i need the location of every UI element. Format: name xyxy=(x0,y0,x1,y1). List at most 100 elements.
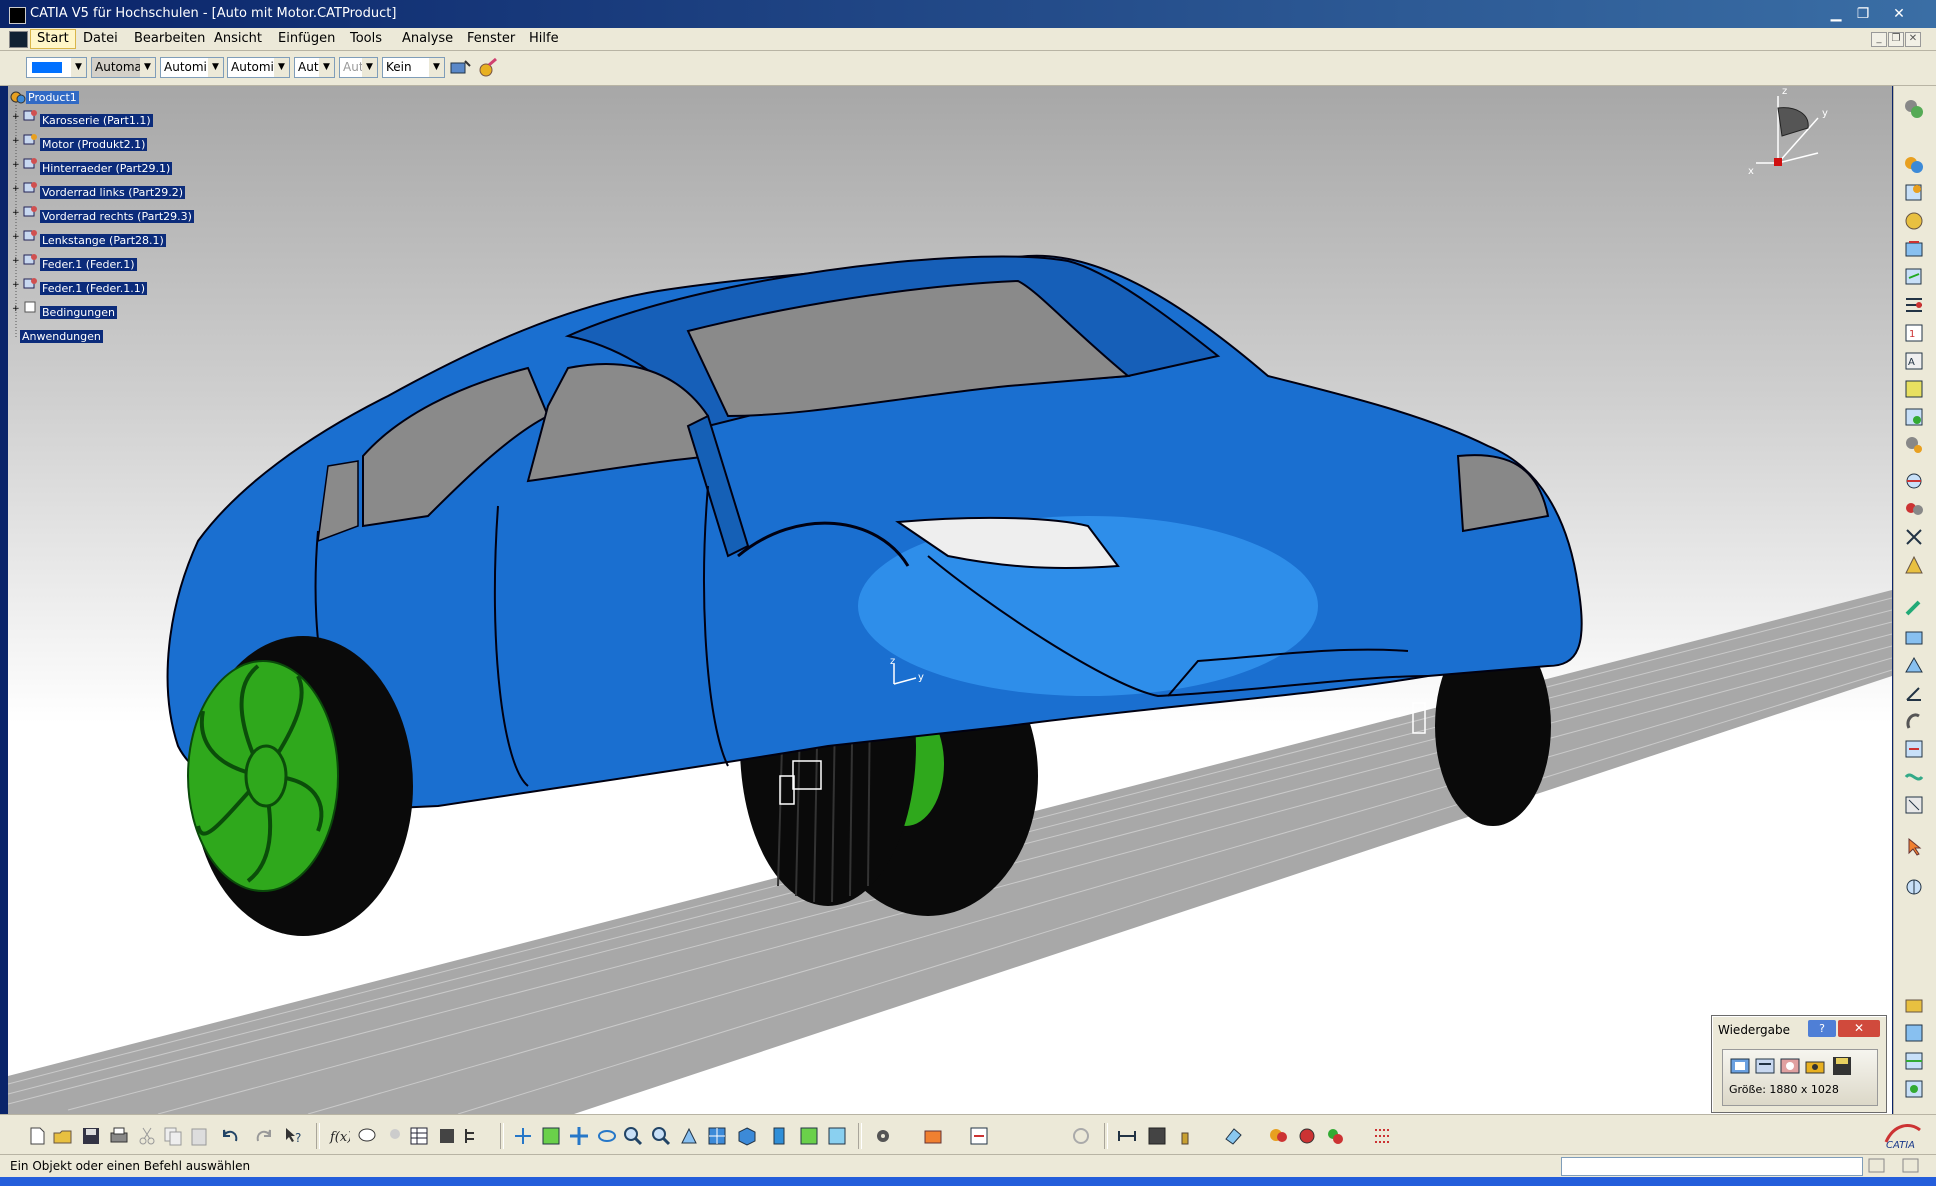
menu-analyse[interactable]: Analyse xyxy=(402,31,453,46)
explode-icon[interactable] xyxy=(1903,526,1925,548)
expand-icon[interactable]: + xyxy=(12,161,20,170)
options-icon[interactable] xyxy=(1754,1055,1776,1077)
manage-representations-icon[interactable] xyxy=(1903,378,1925,400)
manipulation-icon[interactable] xyxy=(1903,470,1925,492)
tree-root-product1[interactable]: Product1 xyxy=(26,91,79,104)
shooting-icon[interactable] xyxy=(1296,1125,1318,1147)
new-file-icon[interactable] xyxy=(26,1125,48,1147)
part-icon[interactable] xyxy=(22,252,38,266)
part-icon[interactable] xyxy=(22,108,38,122)
existing-component-icon[interactable] xyxy=(1903,238,1925,260)
format-painter-icon[interactable] xyxy=(449,57,471,79)
new-product-icon[interactable] xyxy=(1903,182,1925,204)
part-icon[interactable] xyxy=(22,276,38,290)
flexible-rigid-icon[interactable] xyxy=(1903,794,1925,816)
product-icon[interactable] xyxy=(22,132,38,146)
tree-item-feder-1[interactable]: Feder.1 (Feder.1) xyxy=(40,258,137,271)
stop-manipulate-on-clash-icon[interactable] xyxy=(1903,554,1925,576)
command-input[interactable] xyxy=(1561,1157,1863,1176)
expand-icon[interactable]: + xyxy=(12,209,20,218)
mdi-close-icon[interactable]: ✕ xyxy=(1905,32,1921,47)
cut-icon[interactable] xyxy=(136,1125,158,1147)
generate-numbering-icon[interactable]: 1 xyxy=(1903,322,1925,344)
hide-show-icon[interactable] xyxy=(798,1125,820,1147)
measure-item-icon[interactable] xyxy=(1146,1125,1168,1147)
knowledge-advisor-icon[interactable] xyxy=(356,1125,378,1147)
tree-item-anwendungen[interactable]: Anwendungen xyxy=(20,330,103,343)
table-icon[interactable] xyxy=(408,1125,430,1147)
tree-item-feder-1-1[interactable]: Feder.1 (Feder.1.1) xyxy=(40,282,148,295)
menu-datei[interactable]: Datei xyxy=(83,31,118,46)
tree-item-karosserie[interactable]: Karosserie (Part1.1) xyxy=(40,114,153,127)
expand-icon[interactable]: + xyxy=(12,185,20,194)
open-file-icon[interactable] xyxy=(52,1125,74,1147)
part-icon[interactable] xyxy=(22,228,38,242)
pan-icon[interactable] xyxy=(568,1125,590,1147)
refresh-icon[interactable] xyxy=(1070,1125,1092,1147)
snap-icon[interactable] xyxy=(1903,498,1925,520)
tree-item-hinterraeder[interactable]: Hinterraeder (Part29.1) xyxy=(40,162,173,175)
menu-fenster[interactable]: Fenster xyxy=(467,31,515,46)
measure-icon[interactable] xyxy=(1903,876,1925,898)
update-icon[interactable] xyxy=(968,1125,990,1147)
document-icon[interactable] xyxy=(9,31,28,48)
capture-icon[interactable] xyxy=(1729,1055,1751,1077)
space-analysis-icon[interactable] xyxy=(1903,994,1925,1016)
product-icon[interactable] xyxy=(10,90,26,104)
new-part-icon[interactable] xyxy=(1903,210,1925,232)
fix-together-icon[interactable] xyxy=(1903,738,1925,760)
rendering-style-dropdown[interactable]: Aut ▼ xyxy=(339,57,378,78)
mdi-restore-icon[interactable]: ❐ xyxy=(1888,32,1904,47)
fly-mode-icon[interactable] xyxy=(512,1125,534,1147)
constraints-icon[interactable] xyxy=(22,300,38,314)
formula-icon[interactable]: f(x) xyxy=(328,1125,350,1147)
layer-dropdown[interactable]: Kein ▼ xyxy=(382,57,445,78)
expand-icon[interactable]: + xyxy=(12,305,20,314)
fast-multi-instantiation-icon[interactable] xyxy=(1903,434,1925,456)
print-icon[interactable] xyxy=(108,1125,130,1147)
compass-icon[interactable]: z y x xyxy=(1748,88,1848,178)
expand-icon[interactable]: + xyxy=(12,137,20,146)
whats-this-help-icon[interactable]: ? xyxy=(282,1125,304,1147)
color-dropdown[interactable]: ▼ xyxy=(26,57,87,78)
scene-icon[interactable] xyxy=(1324,1125,1346,1147)
copy-icon[interactable] xyxy=(162,1125,184,1147)
save-icon[interactable] xyxy=(1831,1055,1853,1077)
save-icon[interactable] xyxy=(80,1125,102,1147)
expand-icon[interactable]: + xyxy=(12,281,20,290)
part-icon[interactable] xyxy=(22,204,38,218)
menu-einfuegen[interactable]: Einfügen xyxy=(278,31,335,46)
minimize-icon[interactable]: ▁ xyxy=(1825,5,1847,23)
menu-start[interactable]: Start xyxy=(30,29,76,49)
undo-icon[interactable] xyxy=(220,1125,242,1147)
close-button[interactable]: ✕ xyxy=(1838,1020,1880,1037)
fix-component-icon[interactable] xyxy=(1903,710,1925,732)
paste-icon[interactable] xyxy=(188,1125,210,1147)
quick-constraint-icon[interactable] xyxy=(1903,766,1925,788)
zoom-in-icon[interactable] xyxy=(622,1125,644,1147)
transparency-dropdown[interactable]: Automa ▼ xyxy=(91,57,156,78)
assembly-icon[interactable] xyxy=(1903,98,1925,120)
light-icon[interactable] xyxy=(384,1125,406,1147)
command-history-icon[interactable] xyxy=(1868,1158,1886,1174)
tree-item-vorderrad-rechts[interactable]: Vorderrad rechts (Part29.3) xyxy=(40,210,194,223)
line-type-dropdown[interactable]: Automi ▼ xyxy=(227,57,290,78)
coincidence-constraint-icon[interactable] xyxy=(1903,598,1925,620)
expand-icon[interactable]: + xyxy=(12,113,20,122)
measure-between-icon[interactable] xyxy=(1116,1125,1138,1147)
catalog-icon[interactable] xyxy=(436,1125,458,1147)
replace-component-icon[interactable] xyxy=(1903,266,1925,288)
swap-visible-space-icon[interactable] xyxy=(826,1125,848,1147)
fit-all-in-icon[interactable] xyxy=(540,1125,562,1147)
status-extra-icon[interactable] xyxy=(1902,1158,1920,1174)
mdi-minimize-icon[interactable]: _ xyxy=(1871,32,1887,47)
photo-studio-icon[interactable] xyxy=(922,1125,944,1147)
menu-bearbeiten[interactable]: Bearbeiten xyxy=(134,31,205,46)
redo-icon[interactable] xyxy=(252,1125,274,1147)
tree-item-vorderrad-links[interactable]: Vorderrad links (Part29.2) xyxy=(40,186,186,199)
maximize-icon[interactable]: ❐ xyxy=(1852,5,1874,23)
measure-inertia-icon[interactable] xyxy=(1174,1125,1196,1147)
tree-item-lenkstange[interactable]: Lenkstange (Part28.1) xyxy=(40,234,166,247)
close-icon[interactable]: ✕ xyxy=(1888,5,1910,23)
shading-icon[interactable] xyxy=(768,1125,790,1147)
